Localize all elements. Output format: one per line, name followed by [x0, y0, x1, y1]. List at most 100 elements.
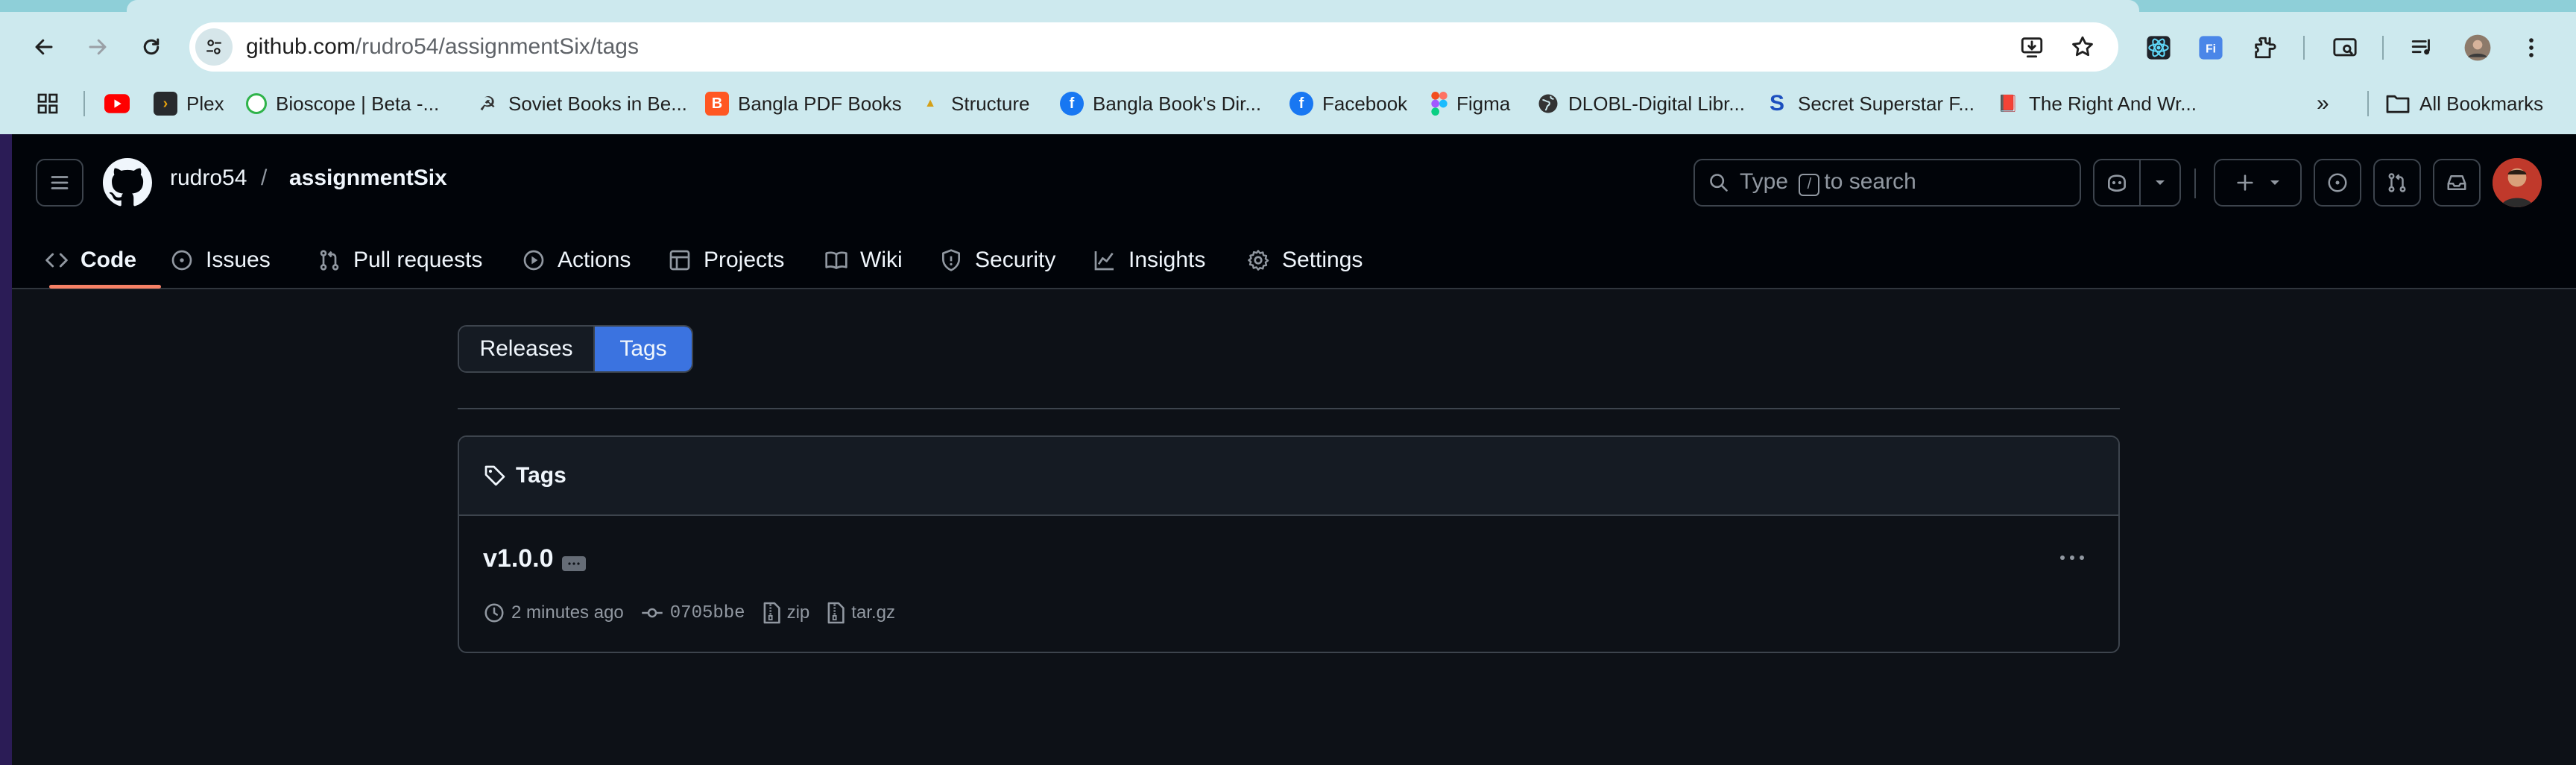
tags-button[interactable]: Tags [595, 327, 692, 371]
copilot-icon [2094, 160, 2141, 205]
tag-menu-button[interactable] [2056, 550, 2089, 565]
bookmark-label: Plex [186, 92, 224, 115]
search-tabs-icon[interactable] [2329, 31, 2361, 64]
tab-issues[interactable]: Issues [170, 231, 271, 289]
bookmark-soviet-books[interactable]: ☭ Soviet Books in Be... [476, 82, 687, 125]
tab-label: Insights [1128, 248, 1206, 272]
tab-label: Actions [558, 248, 631, 272]
extension-fi-icon[interactable]: Fi [2194, 31, 2227, 64]
github-logo-icon[interactable] [103, 158, 152, 207]
plex-icon: › [154, 92, 177, 116]
install-app-icon[interactable] [2017, 32, 2047, 62]
media-queue-icon[interactable] [2406, 31, 2439, 64]
back-button[interactable] [19, 22, 69, 72]
apps-button[interactable] [36, 82, 60, 125]
bookmark-label: Bangla PDF Books [738, 92, 902, 115]
extensions-puzzle-icon[interactable] [2248, 31, 2281, 64]
tag-targz-label: tar.gz [851, 602, 895, 623]
inbox-icon [2447, 175, 2466, 190]
chrome-menu-icon[interactable] [2515, 31, 2548, 64]
bookmark-label: Bioscope | Beta -... [276, 92, 440, 115]
toolbar-divider [2382, 36, 2384, 60]
search-input[interactable]: Type / to search [1693, 159, 2081, 207]
tag-zip-label: zip [786, 602, 810, 623]
url-text[interactable]: github.com/rudro54/assignmentSix/tags [246, 34, 639, 60]
create-new-button[interactable] [2214, 159, 2302, 207]
bookmark-right-and-wrong[interactable]: 📕 The Right And Wr... [1996, 82, 2197, 125]
bookmarks-divider [83, 91, 85, 116]
url-host: github.com [246, 34, 356, 59]
forward-button[interactable] [73, 22, 122, 72]
tag-name-link[interactable]: v1.0.0 [483, 544, 554, 573]
gear-icon [1248, 250, 1269, 271]
bookmark-secret-superstar[interactable]: S Secret Superstar F... [1765, 82, 1974, 125]
youtube-icon [104, 94, 130, 113]
bookmark-dlobl[interactable]: DLOBL-Digital Libr... [1537, 82, 1745, 125]
site-info-button[interactable] [195, 28, 233, 66]
toolbar-divider [2303, 36, 2305, 60]
bookmark-structure[interactable]: ▲ Structure [918, 82, 1029, 125]
bookmark-bangla-book-dir[interactable]: f Bangla Book's Dir... [1060, 82, 1261, 125]
shield-icon [942, 249, 960, 271]
profile-avatar-icon[interactable] [2461, 31, 2494, 64]
react-devtools-icon[interactable] [2142, 31, 2175, 64]
bookmark-label: Secret Superstar F... [1798, 92, 1974, 115]
tags-box-header: Tags [459, 437, 2118, 516]
issue-opened-icon [2328, 173, 2347, 192]
search-shortcut-key: / [1799, 173, 1820, 196]
bookmark-label: Figma [1456, 92, 1511, 115]
pull-request-icon [320, 250, 339, 271]
address-bar[interactable]: github.com/rudro54/assignmentSix/tags [189, 22, 2118, 72]
active-tab[interactable] [127, 0, 2139, 12]
releases-button[interactable]: Releases [459, 327, 595, 371]
issues-button[interactable] [2314, 159, 2361, 207]
tab-label: Pull requests [353, 248, 483, 272]
tab-insights[interactable]: Insights [1093, 231, 1205, 289]
bookmark-plex[interactable]: › Plex [154, 82, 224, 125]
bookmark-figma[interactable]: Figma [1431, 82, 1510, 125]
tag-details-button[interactable] [562, 556, 586, 571]
svg-text:Fi: Fi [2206, 42, 2216, 55]
repo-owner-link[interactable]: rudro54 [170, 166, 247, 191]
tag-meta: 2 minutes ago 0705bbe zip tar.gz [483, 598, 912, 628]
all-bookmarks-button[interactable]: All Bookmarks [2385, 82, 2543, 125]
issue-icon [171, 250, 192, 271]
caret-down-icon[interactable] [2141, 179, 2179, 186]
caret-down-icon [2270, 180, 2279, 185]
tag-zip-link[interactable]: zip [762, 601, 810, 625]
hamburger-icon [51, 176, 69, 189]
tag-commit-link[interactable]: 0705bbe [640, 602, 745, 624]
search-icon [1710, 174, 1728, 192]
tags-box-title: Tags [516, 463, 566, 488]
github-header: rudro54 / assignmentSix Type /to search [12, 134, 2576, 289]
bookmark-facebook[interactable]: f Facebook [1289, 82, 1407, 125]
bookmark-bioscope[interactable]: Bioscope | Beta -... [246, 82, 439, 125]
releases-tags-toggle: Releases Tags [458, 325, 693, 373]
repo-name-link[interactable]: assignmentSix [289, 166, 447, 191]
tab-code[interactable]: Code [45, 231, 136, 289]
tab-security[interactable]: Security [939, 231, 1055, 289]
browser-chrome: github.com/rudro54/assignmentSix/tags Fi [0, 0, 2576, 134]
facebook-icon: f [1289, 92, 1313, 116]
window-frame [0, 134, 12, 765]
section-divider [458, 408, 2120, 409]
bookmark-youtube[interactable] [104, 82, 130, 125]
menu-button[interactable] [36, 159, 83, 207]
pull-requests-button[interactable] [2373, 159, 2421, 207]
inbox-button[interactable] [2433, 159, 2481, 207]
bookmarks-overflow-button[interactable]: » [2317, 82, 2329, 125]
bookmark-star-icon[interactable] [2068, 32, 2097, 62]
tab-settings[interactable]: Settings [1246, 231, 1363, 289]
user-avatar[interactable] [2493, 158, 2542, 207]
tab-actions[interactable]: Actions [522, 231, 631, 289]
reload-button[interactable] [127, 22, 176, 72]
bookmark-bangla-pdf[interactable]: B Bangla PDF Books [705, 82, 902, 125]
all-bookmarks-label: All Bookmarks [2419, 92, 2544, 115]
header-divider [2194, 169, 2196, 198]
tab-wiki[interactable]: Wiki [824, 231, 903, 289]
tab-pull-requests[interactable]: Pull requests [318, 231, 482, 289]
tag-targz-link[interactable]: tar.gz [826, 601, 895, 625]
tab-projects[interactable]: Projects [668, 231, 784, 289]
file-zip-icon [827, 602, 845, 624]
copilot-button[interactable] [2093, 159, 2181, 207]
